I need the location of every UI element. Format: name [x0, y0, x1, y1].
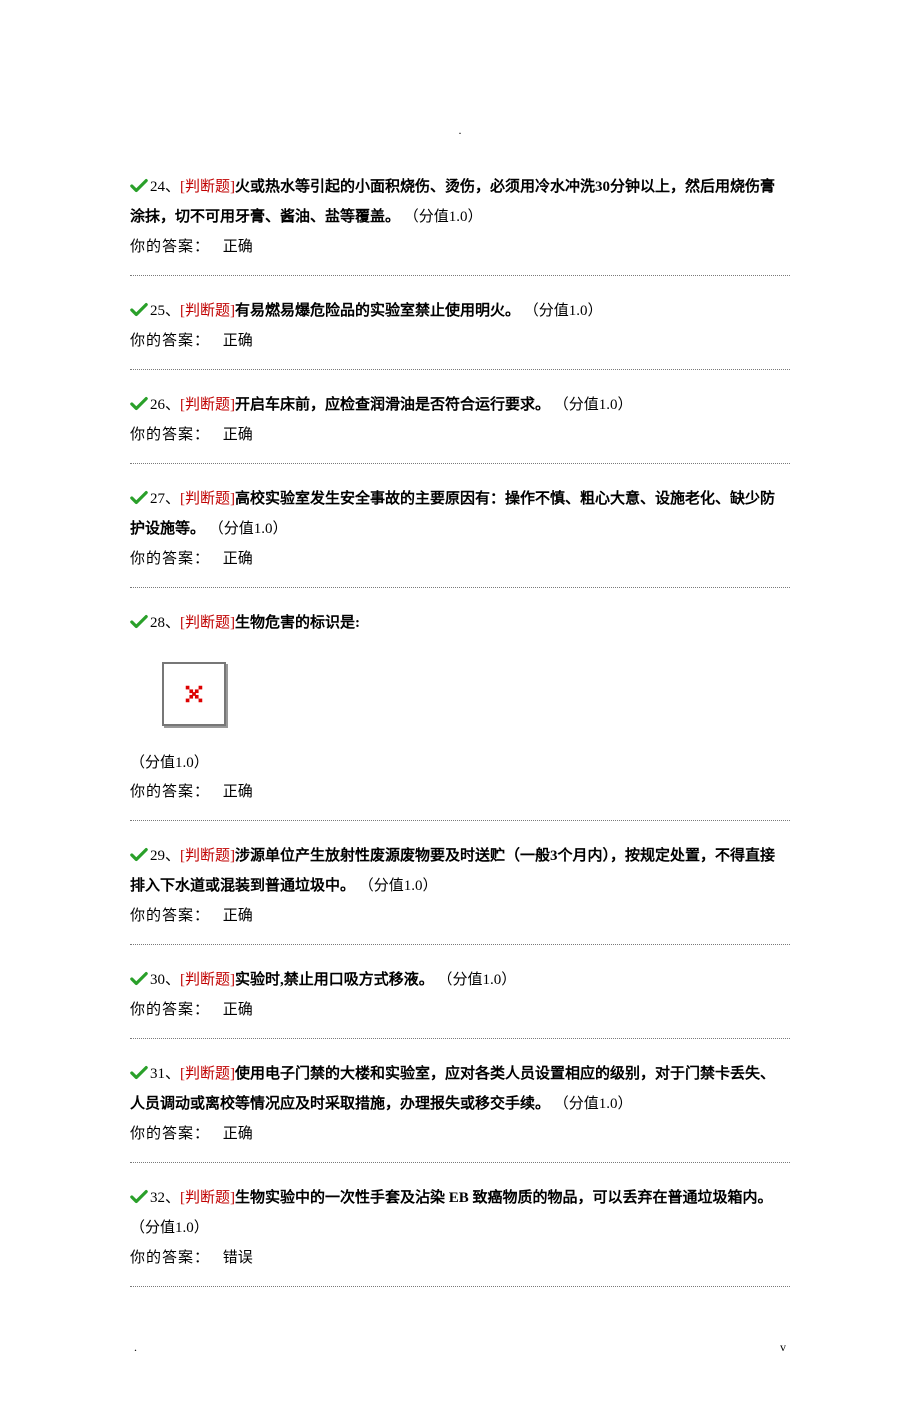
check-icon [130, 1065, 148, 1081]
question-head: 30、[判断题]实验时,禁止用口吸方式移液。 （分值1.0） [130, 965, 790, 995]
question-type: [判断题] [180, 397, 235, 413]
question-head: 24、[判断题]火或热水等引起的小面积烧伤、烫伤，必须用冷水冲洗30分钟以上，然… [130, 172, 790, 232]
question-type: [判断题] [180, 179, 235, 195]
question-type: [判断题] [180, 615, 235, 631]
question-item: 28、[判断题]生物危害的标识是: （分值1.0） 你的答案： 正确 [130, 608, 790, 821]
question-number: 28、 [150, 615, 180, 631]
question-text: 开启车床前，应检查润滑油是否符合运行要求。 [235, 397, 550, 413]
answer-row: 你的答案： 正确 [130, 903, 790, 930]
question-head: 27、[判断题]高校实验室发生安全事故的主要原因有：操作不慎、粗心大意、设施老化… [130, 484, 790, 544]
question-text: 生物危害的标识是: [235, 615, 360, 631]
answer-value: 正确 [223, 1126, 253, 1142]
footer-right: v [780, 1337, 786, 1359]
question-score: （分值1.0） [554, 1096, 633, 1112]
check-icon [130, 1189, 148, 1205]
answer-label: 你的答案： [130, 908, 210, 924]
question-head: 28、[判断题]生物危害的标识是: [130, 608, 790, 638]
answer-row: 你的答案： 正确 [130, 328, 790, 355]
question-score: （分值1.0） [438, 972, 517, 988]
question-head: 31、[判断题]使用电子门禁的大楼和实验室，应对各类人员设置相应的级别，对于门禁… [130, 1059, 790, 1119]
answer-label: 你的答案： [130, 1002, 210, 1018]
question-score: （分值1.0） [130, 1220, 209, 1236]
answer-value: 正确 [223, 333, 253, 349]
question-type: [判断题] [180, 491, 235, 507]
question-item: 30、[判断题]实验时,禁止用口吸方式移液。 （分值1.0） 你的答案： 正确 [130, 965, 790, 1039]
answer-value: 正确 [223, 551, 253, 567]
question-number: 24、 [150, 179, 180, 195]
check-icon [130, 396, 148, 412]
question-number: 31、 [150, 1066, 180, 1082]
question-number: 30、 [150, 972, 180, 988]
answer-label: 你的答案： [130, 784, 210, 800]
answer-value: 正确 [223, 908, 253, 924]
question-type: [判断题] [180, 303, 235, 319]
question-head: 26、[判断题]开启车床前，应检查润滑油是否符合运行要求。 （分值1.0） [130, 390, 790, 420]
question-number: 27、 [150, 491, 180, 507]
answer-row: 你的答案： 正确 [130, 234, 790, 261]
check-icon [130, 614, 148, 630]
question-score: （分值1.0） [524, 303, 603, 319]
question-item: 26、[判断题]开启车床前，应检查润滑油是否符合运行要求。 （分值1.0） 你的… [130, 390, 790, 464]
answer-row: 你的答案： 正确 [130, 779, 790, 806]
answer-row: 你的答案： 正确 [130, 1121, 790, 1148]
page-header-dot: . [130, 120, 790, 142]
question-score: （分值1.0） [404, 209, 483, 225]
question-type: [判断题] [180, 848, 235, 864]
check-icon [130, 971, 148, 987]
answer-row: 你的答案： 正确 [130, 546, 790, 573]
question-number: 26、 [150, 397, 180, 413]
question-number: 25、 [150, 303, 180, 319]
answer-value: 错误 [223, 1250, 253, 1266]
question-score: （分值1.0） [130, 750, 790, 777]
answer-value: 正确 [223, 427, 253, 443]
question-number: 32、 [150, 1190, 180, 1206]
answer-value: 正确 [223, 239, 253, 255]
answer-row: 你的答案： 正确 [130, 997, 790, 1024]
question-number: 29、 [150, 848, 180, 864]
answer-label: 你的答案： [130, 1250, 210, 1266]
page-footer: . v [130, 1337, 790, 1359]
answer-label: 你的答案： [130, 1126, 210, 1142]
answer-value: 正确 [223, 784, 253, 800]
answer-label: 你的答案： [130, 427, 210, 443]
answer-label: 你的答案： [130, 239, 210, 255]
question-text: 生物实验中的一次性手套及沾染 EB 致癌物质的物品，可以丢弃在普通垃圾箱内。 [235, 1190, 773, 1206]
question-score: （分值1.0） [359, 878, 438, 894]
question-item: 24、[判断题]火或热水等引起的小面积烧伤、烫伤，必须用冷水冲洗30分钟以上，然… [130, 172, 790, 276]
question-type: [判断题] [180, 1190, 235, 1206]
answer-row: 你的答案： 错误 [130, 1245, 790, 1272]
question-head: 29、[判断题]涉源单位产生放射性废源废物要及时送贮（一般3个月内），按规定处置… [130, 841, 790, 901]
question-item: 31、[判断题]使用电子门禁的大楼和实验室，应对各类人员设置相应的级别，对于门禁… [130, 1059, 790, 1163]
answer-value: 正确 [223, 1002, 253, 1018]
question-score: （分值1.0） [209, 521, 288, 537]
footer-left: . [134, 1337, 137, 1359]
check-icon [130, 847, 148, 863]
question-item: 27、[判断题]高校实验室发生安全事故的主要原因有：操作不慎、粗心大意、设施老化… [130, 484, 790, 588]
check-icon [130, 490, 148, 506]
answer-row: 你的答案： 正确 [130, 422, 790, 449]
question-score: （分值1.0） [554, 397, 633, 413]
question-type: [判断题] [180, 1066, 235, 1082]
question-item: 25、[判断题]有易燃易爆危险品的实验室禁止使用明火。 （分值1.0） 你的答案… [130, 296, 790, 370]
question-head: 32、[判断题]生物实验中的一次性手套及沾染 EB 致癌物质的物品，可以丢弃在普… [130, 1183, 790, 1243]
question-head: 25、[判断题]有易燃易爆危险品的实验室禁止使用明火。 （分值1.0） [130, 296, 790, 326]
broken-image-icon [162, 662, 226, 726]
check-icon [130, 302, 148, 318]
answer-label: 你的答案： [130, 333, 210, 349]
question-item: 32、[判断题]生物实验中的一次性手套及沾染 EB 致癌物质的物品，可以丢弃在普… [130, 1183, 790, 1287]
question-item: 29、[判断题]涉源单位产生放射性废源废物要及时送贮（一般3个月内），按规定处置… [130, 841, 790, 945]
answer-label: 你的答案： [130, 551, 210, 567]
question-text: 实验时,禁止用口吸方式移液。 [235, 972, 434, 988]
question-text: 有易燃易爆危险品的实验室禁止使用明火。 [235, 303, 520, 319]
question-type: [判断题] [180, 972, 235, 988]
check-icon [130, 178, 148, 194]
